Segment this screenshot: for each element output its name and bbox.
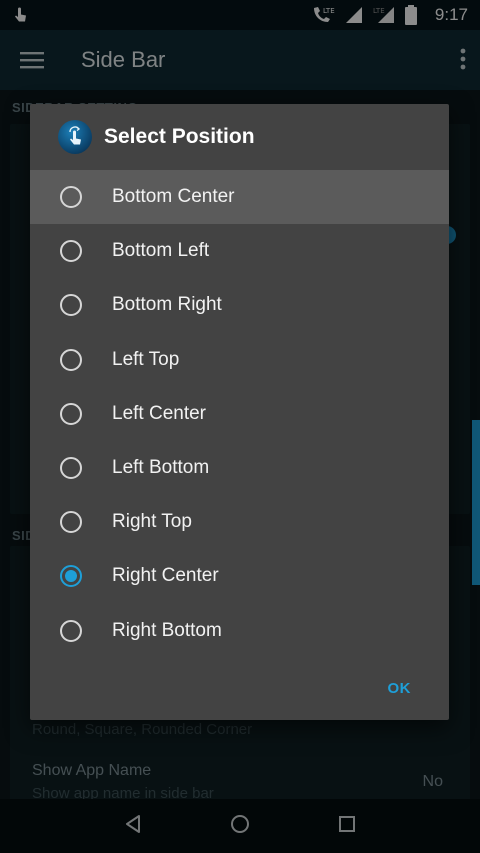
option-label: Left Top [112, 348, 180, 370]
option-row[interactable]: Right Center [30, 549, 449, 603]
select-position-dialog: Select Position Bottom Center Bottom Left… [30, 104, 449, 720]
option-row[interactable]: Bottom Center [30, 170, 449, 225]
radio-unchecked-icon[interactable] [60, 619, 82, 642]
option-label: Right Center [112, 565, 219, 587]
radio-unchecked-icon[interactable] [60, 457, 82, 480]
ok-button[interactable]: OK [388, 680, 412, 697]
option-row[interactable]: Right Bottom [30, 604, 449, 658]
radio-checked-icon[interactable] [60, 565, 82, 588]
option-label: Bottom Left [112, 240, 210, 262]
radio-unchecked-icon[interactable] [60, 294, 82, 317]
option-label: Left Bottom [112, 457, 210, 479]
option-row[interactable]: Bottom Right [30, 278, 449, 332]
option-row[interactable]: Bottom Left [30, 224, 449, 278]
radio-unchecked-icon[interactable] [60, 511, 82, 534]
radio-unchecked-icon[interactable] [60, 402, 82, 425]
radio-unchecked-icon[interactable] [60, 240, 82, 263]
option-row[interactable]: Left Center [30, 387, 449, 441]
touch-hand-icon [58, 120, 92, 154]
option-list: Bottom Center Bottom Left Bottom Right Left… [30, 170, 449, 658]
radio-unchecked-icon[interactable] [60, 186, 82, 209]
option-row[interactable]: Left Bottom [30, 441, 449, 495]
dialog-title: Select Position [104, 125, 255, 148]
option-label: Left Center [112, 402, 206, 424]
option-label: Bottom Right [112, 294, 222, 316]
option-row[interactable]: Right Top [30, 495, 449, 549]
radio-unchecked-icon[interactable] [60, 348, 82, 371]
option-row[interactable]: Left Top [30, 333, 449, 387]
dialog-header: Select Position [30, 104, 449, 170]
option-label: Right Bottom [112, 619, 222, 641]
option-label: Bottom Center [112, 186, 235, 208]
option-label: Right Top [112, 511, 192, 533]
